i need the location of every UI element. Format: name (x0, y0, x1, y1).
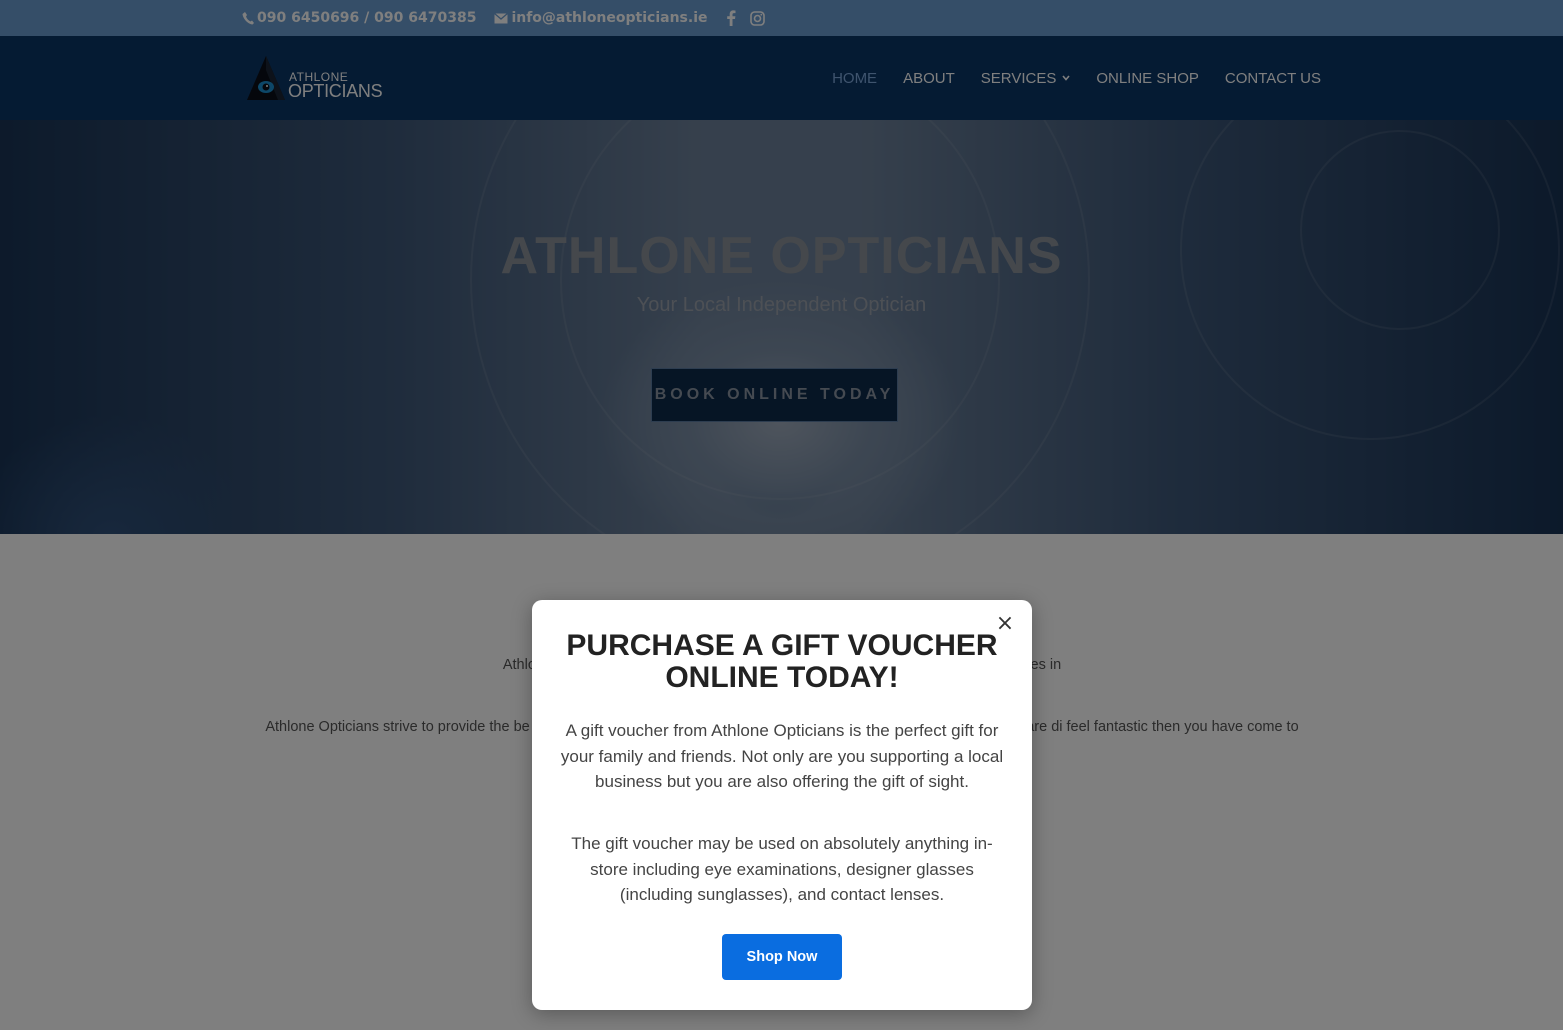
modal-paragraph-2: The gift voucher may be used on absolute… (571, 834, 993, 904)
gift-voucher-modal: × PURCHASE A GIFT VOUCHER ONLINE TODAY! … (532, 600, 1032, 1010)
modal-paragraph-1: A gift voucher from Athlone Opticians is… (560, 721, 1004, 791)
modal-title: PURCHASE A GIFT VOUCHER ONLINE TODAY! (566, 629, 998, 694)
shop-now-button[interactable]: Shop Now (722, 934, 842, 980)
